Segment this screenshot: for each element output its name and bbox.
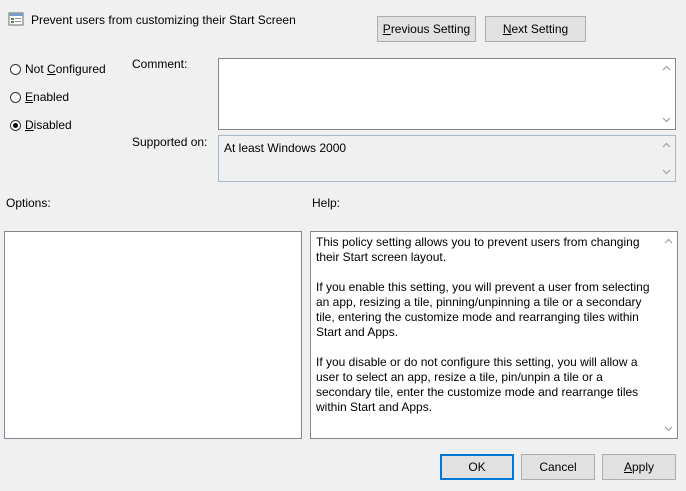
previous-setting-button[interactable]: Previous Setting [377, 16, 476, 42]
options-label: Options: [6, 196, 51, 210]
help-text: This policy setting allows you to preven… [316, 235, 655, 430]
help-paragraph: If you enable this setting, you will pre… [316, 280, 650, 339]
radio-label: Enabled [25, 90, 70, 104]
scroll-down-icon [664, 426, 673, 432]
next-setting-button[interactable]: Next Setting [485, 16, 586, 42]
help-panel[interactable]: This policy setting allows you to preven… [310, 231, 678, 439]
radio-label: Disabled [25, 118, 72, 132]
scroll-up-icon [662, 142, 671, 148]
previous-setting-label: Previous Setting [382, 22, 471, 36]
radio-enabled[interactable]: Enabled [10, 90, 69, 104]
supported-on-label: Supported on: [132, 135, 208, 149]
apply-button[interactable]: Apply [602, 454, 676, 480]
ok-button[interactable]: OK [440, 454, 514, 480]
scroll-up-icon [662, 65, 671, 71]
scroll-down-icon [662, 169, 671, 175]
window-title: Prevent users from customizing their Sta… [31, 13, 296, 27]
policy-icon [8, 11, 24, 27]
radio-disabled[interactable]: Disabled [10, 118, 72, 132]
help-paragraph: This policy setting allows you to preven… [316, 235, 640, 264]
comment-scrollbar[interactable] [658, 59, 675, 129]
options-panel [4, 231, 302, 439]
radio-not-configured[interactable]: Not Configured [10, 62, 106, 76]
radio-circle-selected[interactable] [10, 119, 21, 131]
help-scrollbar[interactable] [660, 232, 677, 438]
help-paragraph: If you disable or do not configure this … [316, 355, 639, 414]
help-label: Help: [312, 196, 341, 210]
cancel-button[interactable]: Cancel [521, 454, 595, 480]
apply-label: Apply [623, 460, 655, 474]
supported-scrollbar[interactable] [658, 136, 675, 181]
comment-textarea[interactable] [218, 58, 676, 130]
cancel-label: Cancel [539, 460, 577, 474]
radio-circle[interactable] [10, 91, 21, 103]
comment-label: Comment: [132, 57, 188, 71]
radio-label: Not Configured [25, 62, 106, 76]
radio-circle[interactable] [10, 63, 21, 75]
scroll-down-icon [662, 117, 671, 123]
scroll-up-icon [664, 238, 673, 244]
supported-on-value: At least Windows 2000 [224, 141, 347, 155]
ok-label: OK [468, 460, 486, 474]
next-setting-label: Next Setting [502, 22, 569, 36]
supported-on-field[interactable]: At least Windows 2000 [218, 135, 676, 182]
